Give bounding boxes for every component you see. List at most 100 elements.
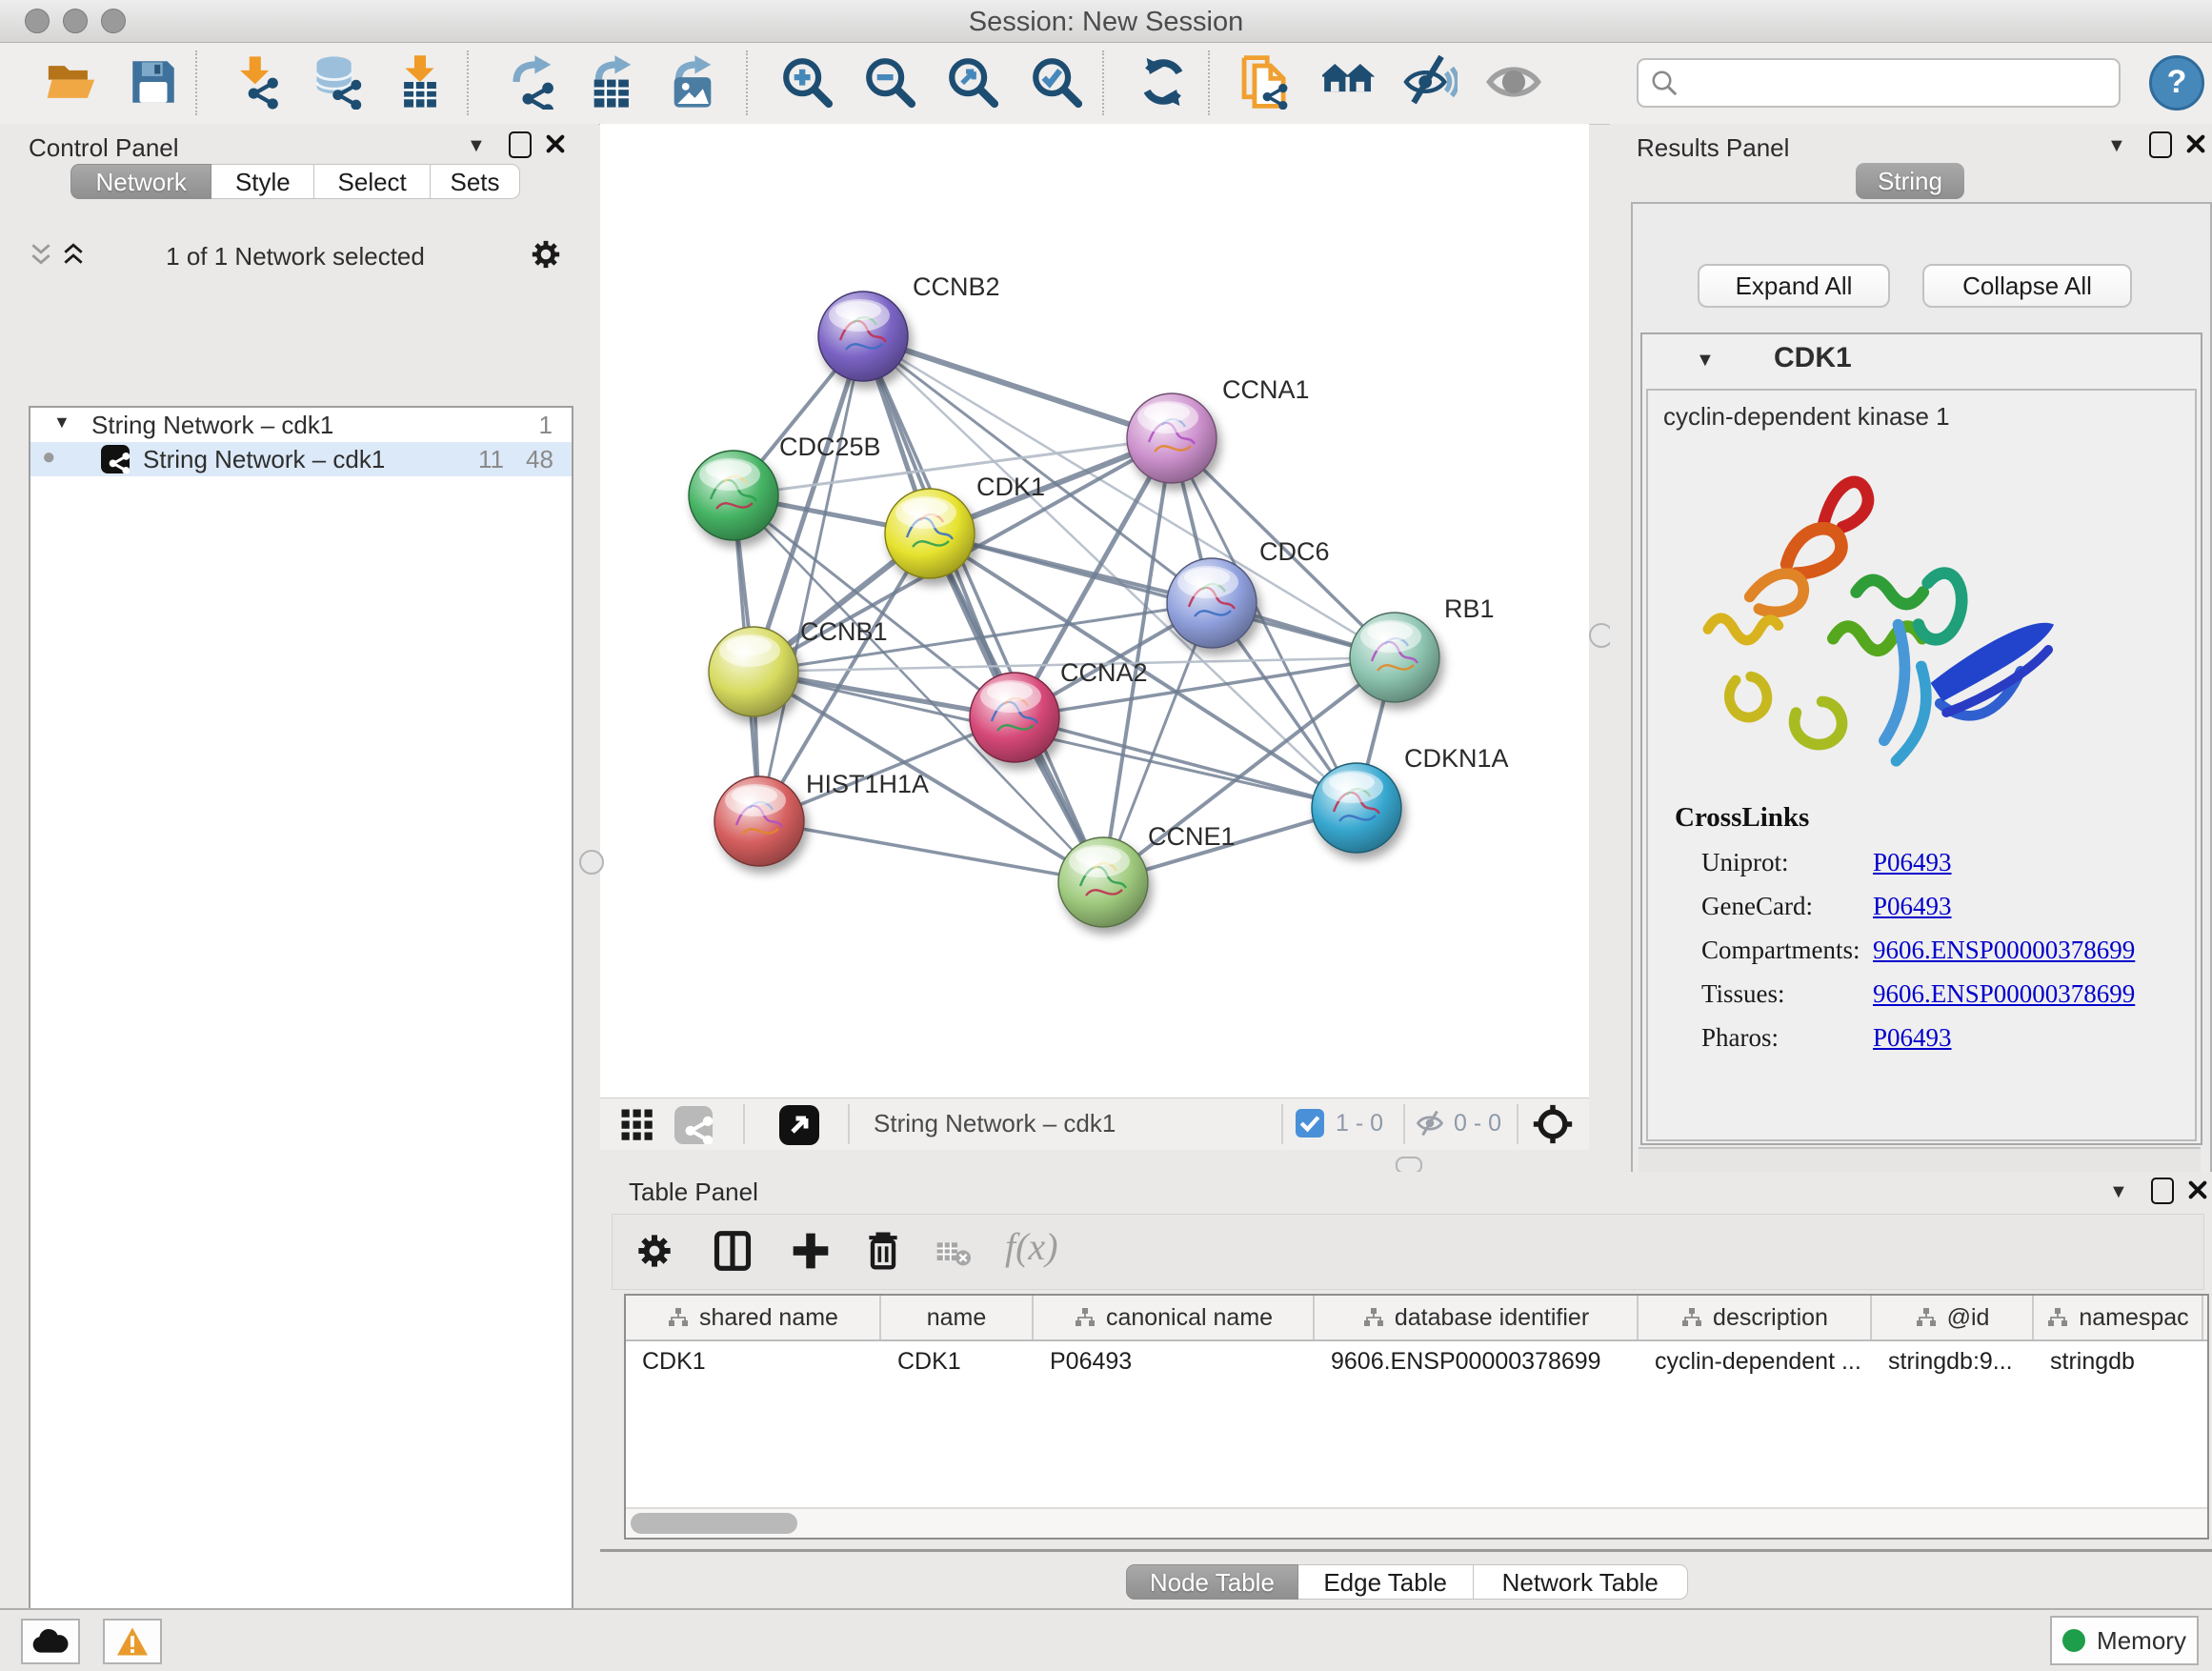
- cloud-button[interactable]: [21, 1619, 80, 1664]
- panel-collapse-icon[interactable]: ▼: [2109, 1181, 2128, 1203]
- table-gear-icon[interactable]: [635, 1232, 674, 1270]
- zoom-in-icon[interactable]: [779, 54, 835, 110]
- import-database-icon[interactable]: [309, 54, 364, 110]
- delete-column-icon[interactable]: [862, 1228, 904, 1272]
- tab-string[interactable]: String: [1856, 163, 1964, 199]
- column-header-name[interactable]: name: [881, 1296, 1034, 1339]
- column-header-canonical-name[interactable]: canonical name: [1034, 1296, 1315, 1339]
- panel-float-icon[interactable]: [2151, 1178, 2174, 1204]
- grid-view-icon[interactable]: [620, 1108, 654, 1142]
- clear-table-icon[interactable]: [935, 1238, 973, 1268]
- column-header-description[interactable]: description: [1639, 1296, 1872, 1339]
- search-input[interactable]: [1637, 58, 2121, 108]
- zoom-fit-icon[interactable]: [945, 54, 1000, 110]
- open-folder-icon[interactable]: [44, 54, 99, 110]
- column-header-database-identifier[interactable]: database identifier: [1315, 1296, 1639, 1339]
- table-cell[interactable]: stringdb: [2034, 1341, 2203, 1381]
- network-node-CDK1[interactable]: [885, 489, 975, 578]
- export-image-icon[interactable]: [665, 54, 720, 110]
- tab-select[interactable]: Select: [314, 164, 431, 199]
- table-hscrollbar-thumb[interactable]: [631, 1513, 797, 1534]
- houses-icon[interactable]: [1322, 54, 1377, 110]
- zoom-out-icon[interactable]: [862, 54, 917, 110]
- panel-close-icon[interactable]: [2185, 133, 2206, 159]
- birds-eye-view-icon[interactable]: [1532, 1103, 1574, 1145]
- tab-style[interactable]: Style: [211, 164, 314, 199]
- network-node-label-CDC25B: CDC25B: [779, 433, 881, 461]
- share-document-icon[interactable]: [1238, 54, 1294, 110]
- left-splitter-handle[interactable]: [579, 850, 604, 875]
- export-table-icon[interactable]: [585, 54, 640, 110]
- toolbar-divider: [1281, 1104, 1283, 1144]
- protein-expander-icon[interactable]: ▼: [1696, 350, 1715, 372]
- collection-expander-icon[interactable]: ▼: [53, 413, 70, 433]
- network-node-RB1[interactable]: [1350, 613, 1439, 702]
- crosslink-link[interactable]: P06493: [1873, 892, 1952, 921]
- table-cell[interactable]: P06493: [1034, 1341, 1315, 1381]
- gear-icon[interactable]: [530, 238, 562, 271]
- network-node-CCNB1[interactable]: [709, 627, 798, 716]
- panel-collapse-icon[interactable]: ▼: [2107, 135, 2126, 157]
- import-network-icon[interactable]: [229, 54, 284, 110]
- panel-close-icon[interactable]: [2187, 1179, 2208, 1205]
- warning-button[interactable]: [103, 1619, 162, 1664]
- panel-collapse-icon[interactable]: ▼: [467, 135, 486, 157]
- table-cell[interactable]: cyclin-dependent ...: [1639, 1341, 1872, 1381]
- crosslink-link[interactable]: 9606.ENSP00000378699: [1873, 979, 2135, 1009]
- show-columns-icon[interactable]: [712, 1230, 754, 1272]
- help-button[interactable]: ?: [2149, 55, 2204, 111]
- table-cell[interactable]: 9606.ENSP00000378699: [1315, 1341, 1639, 1381]
- column-header-shared-name[interactable]: shared name: [626, 1296, 881, 1339]
- add-column-icon[interactable]: [790, 1230, 832, 1272]
- network-share-view-icon[interactable]: [674, 1106, 713, 1144]
- network-node-CCNA1[interactable]: [1127, 393, 1217, 483]
- panel-float-icon[interactable]: [509, 131, 532, 158]
- network-edge-CCNB2-HIST1H1A[interactable]: [759, 336, 863, 821]
- table-cell[interactable]: CDK1: [881, 1341, 1034, 1381]
- network-node-CCNB2[interactable]: [818, 292, 908, 381]
- column-header-namespac[interactable]: namespac: [2034, 1296, 2203, 1339]
- hidden-eye-icon[interactable]: [1414, 1109, 1446, 1137]
- network-edge-CCNB2-CCNA1[interactable]: [863, 336, 1172, 438]
- crosslink-link[interactable]: P06493: [1873, 848, 1952, 877]
- network-node-label-CDKN1A: CDKN1A: [1404, 744, 1509, 773]
- panel-close-icon[interactable]: [545, 133, 566, 159]
- network-edge-CCNB2-CCNE1[interactable]: [863, 336, 1103, 882]
- table-cell[interactable]: CDK1: [626, 1341, 881, 1381]
- eye-hidden-icon[interactable]: [1402, 54, 1458, 110]
- tab-network-table[interactable]: Network Table: [1474, 1564, 1688, 1600]
- network-node-label-CCNE1: CCNE1: [1148, 822, 1236, 851]
- save-icon[interactable]: [126, 54, 181, 110]
- panel-float-icon[interactable]: [2149, 131, 2172, 158]
- table-cell[interactable]: stringdb:9...: [1872, 1341, 2034, 1381]
- crosslink-link[interactable]: P06493: [1873, 1023, 1952, 1053]
- network-node-CCNE1[interactable]: [1058, 837, 1148, 927]
- network-collection-row[interactable]: ▼ String Network – cdk1 1: [30, 410, 572, 440]
- table-hscrollbar-track[interactable]: [626, 1507, 2207, 1538]
- import-table-icon[interactable]: [392, 54, 448, 110]
- memory-button[interactable]: Memory: [2050, 1616, 2199, 1665]
- expand-all-button[interactable]: Expand All: [1698, 264, 1890, 308]
- tab-sets[interactable]: Sets: [431, 164, 520, 199]
- network-node-CDC6[interactable]: [1167, 558, 1257, 648]
- network-node-HIST1H1A[interactable]: [714, 776, 804, 866]
- selected-checkbox-icon[interactable]: [1296, 1109, 1324, 1137]
- tab-node-table[interactable]: Node Table: [1126, 1564, 1298, 1600]
- network-node-CCNA2[interactable]: [970, 673, 1059, 762]
- network-node-CDC25B[interactable]: [689, 451, 778, 540]
- export-network-icon[interactable]: [505, 54, 560, 110]
- network-canvas[interactable]: CCNB2CCNA1CDC25BCDK1CDC6RB1CCNB1CCNA2CDK…: [600, 124, 1589, 1097]
- collapse-all-button[interactable]: Collapse All: [1922, 264, 2132, 308]
- memory-label: Memory: [2097, 1626, 2186, 1656]
- crosslink-link[interactable]: 9606.ENSP00000378699: [1873, 936, 2135, 965]
- column-header--id[interactable]: @id: [1872, 1296, 2034, 1339]
- network-node-CDKN1A[interactable]: [1312, 763, 1401, 853]
- refresh-icon[interactable]: [1136, 54, 1191, 110]
- network-row[interactable]: ● String Network – cdk1 11 48: [30, 442, 572, 476]
- function-builder-icon[interactable]: f(x): [1005, 1224, 1058, 1269]
- eye-icon[interactable]: [1486, 54, 1541, 110]
- tab-edge-table[interactable]: Edge Table: [1298, 1564, 1474, 1600]
- tab-network[interactable]: Network: [70, 164, 211, 199]
- open-in-new-icon[interactable]: [779, 1105, 819, 1145]
- zoom-selected-icon[interactable]: [1029, 54, 1084, 110]
